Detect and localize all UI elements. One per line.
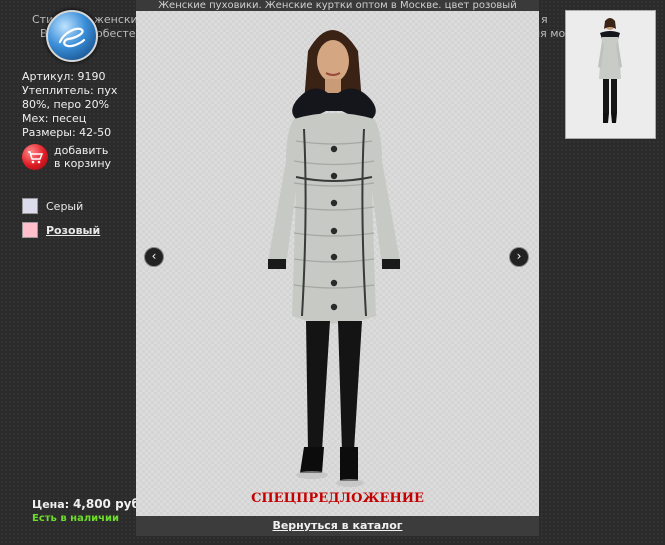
color-swatch-pink[interactable] bbox=[22, 222, 38, 238]
image-lightbox: ‹ › СПЕЦПРЕДЛОЖЕНИЕ bbox=[136, 11, 539, 516]
prev-image-button[interactable]: ‹ bbox=[144, 247, 164, 267]
cart-label-line2[interactable]: в корзину bbox=[54, 157, 111, 170]
add-to-cart-label[interactable]: добавить в корзину bbox=[54, 144, 111, 170]
next-image-button[interactable]: › bbox=[509, 247, 529, 267]
product-info: Артикул: 9190 Утеплитель: пух 80%, перо … bbox=[22, 70, 132, 140]
stock-status: Есть в наличии bbox=[32, 513, 120, 524]
bg-description-line2-mid: обесте bbox=[96, 27, 136, 40]
color-swatch-grey[interactable] bbox=[22, 198, 38, 214]
cart-label-line1[interactable]: добавить bbox=[54, 144, 111, 157]
filling-line2: 80%, перо 20% bbox=[22, 98, 110, 111]
cart-icon[interactable] bbox=[22, 144, 48, 170]
fur-type: Мех: песец bbox=[22, 112, 87, 125]
product-photo bbox=[268, 30, 400, 487]
sizes: Размеры: 42-50 bbox=[22, 126, 112, 139]
article-number: Артикул: 9190 bbox=[22, 70, 106, 83]
bg-description-line1-mid: женски bbox=[94, 13, 138, 26]
price-label: Цена: bbox=[32, 498, 70, 511]
price-value: 4,800 руб. bbox=[72, 497, 145, 511]
color-option-grey[interactable]: Серый bbox=[22, 198, 83, 214]
add-to-cart-button[interactable]: добавить в корзину bbox=[22, 144, 111, 170]
product-thumbnail[interactable] bbox=[565, 10, 656, 139]
site-logo-icon[interactable] bbox=[46, 10, 98, 62]
special-offer-label: СПЕЦПРЕДЛОЖЕНИЕ bbox=[251, 491, 424, 506]
color-label-grey[interactable]: Серый bbox=[46, 200, 83, 213]
bg-description-line1-right: я bbox=[541, 13, 548, 26]
color-label-pink[interactable]: Розовый bbox=[46, 224, 100, 237]
modal-title: Женские пуховики. Женские куртки оптом в… bbox=[136, 0, 539, 11]
filling-line1: Утеплитель: пух bbox=[22, 84, 118, 97]
back-to-catalog-link[interactable]: Вернуться в каталог bbox=[136, 516, 539, 536]
price: Цена: 4,800 руб. bbox=[32, 497, 144, 511]
color-option-pink[interactable]: Розовый bbox=[22, 222, 100, 238]
